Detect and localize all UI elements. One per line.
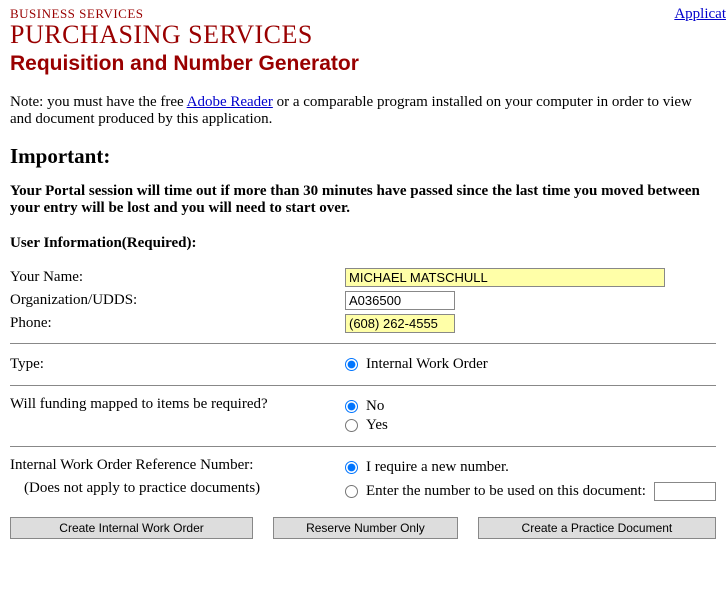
note-pre: Note: you must have the free <box>10 94 187 110</box>
create-practice-document-button[interactable]: Create a Practice Document <box>478 517 716 539</box>
important-body: Your Portal session will time out if mor… <box>10 183 716 217</box>
refnum-new-radio[interactable] <box>345 461 358 474</box>
funding-no-radio[interactable] <box>345 400 358 413</box>
udds-input[interactable] <box>345 291 455 310</box>
reserve-number-button[interactable]: Reserve Number Only <box>273 517 458 539</box>
page-title: Requisition and Number Generator <box>10 52 716 76</box>
note-paragraph: Note: you must have the free Adobe Reade… <box>10 94 716 128</box>
refnum-input[interactable] <box>654 482 716 501</box>
divider <box>10 343 716 344</box>
adobe-reader-link[interactable]: Adobe Reader <box>187 94 273 110</box>
name-label: Your Name: <box>10 269 345 286</box>
applications-link[interactable]: Applicat <box>674 6 726 23</box>
funding-label: Will funding mapped to items be required… <box>10 396 345 413</box>
divider <box>10 385 716 386</box>
udds-label: Organization/UDDS: <box>10 292 345 309</box>
name-input[interactable] <box>345 268 665 287</box>
funding-yes-radio[interactable] <box>345 419 358 432</box>
refnum-sublabel: (Does not apply to practice documents) <box>10 480 345 497</box>
create-internal-work-order-button[interactable]: Create Internal Work Order <box>10 517 253 539</box>
phone-input[interactable] <box>345 314 455 333</box>
refnum-enter-label: Enter the number to be used on this docu… <box>366 483 646 500</box>
divider <box>10 446 716 447</box>
refnum-label: Internal Work Order Reference Number: <box>10 457 345 474</box>
funding-no-label: No <box>366 398 384 415</box>
refnum-enter-radio[interactable] <box>345 485 358 498</box>
type-label: Type: <box>10 356 345 373</box>
important-heading: Important: <box>10 144 716 169</box>
type-internal-radio[interactable] <box>345 358 358 371</box>
refnum-new-label: I require a new number. <box>366 459 509 476</box>
funding-yes-label: Yes <box>366 417 388 434</box>
user-info-heading: User Information(Required): <box>10 235 716 252</box>
phone-label: Phone: <box>10 315 345 332</box>
brand-large: PURCHASING SERVICES <box>10 20 716 50</box>
type-internal-label: Internal Work Order <box>366 356 488 373</box>
